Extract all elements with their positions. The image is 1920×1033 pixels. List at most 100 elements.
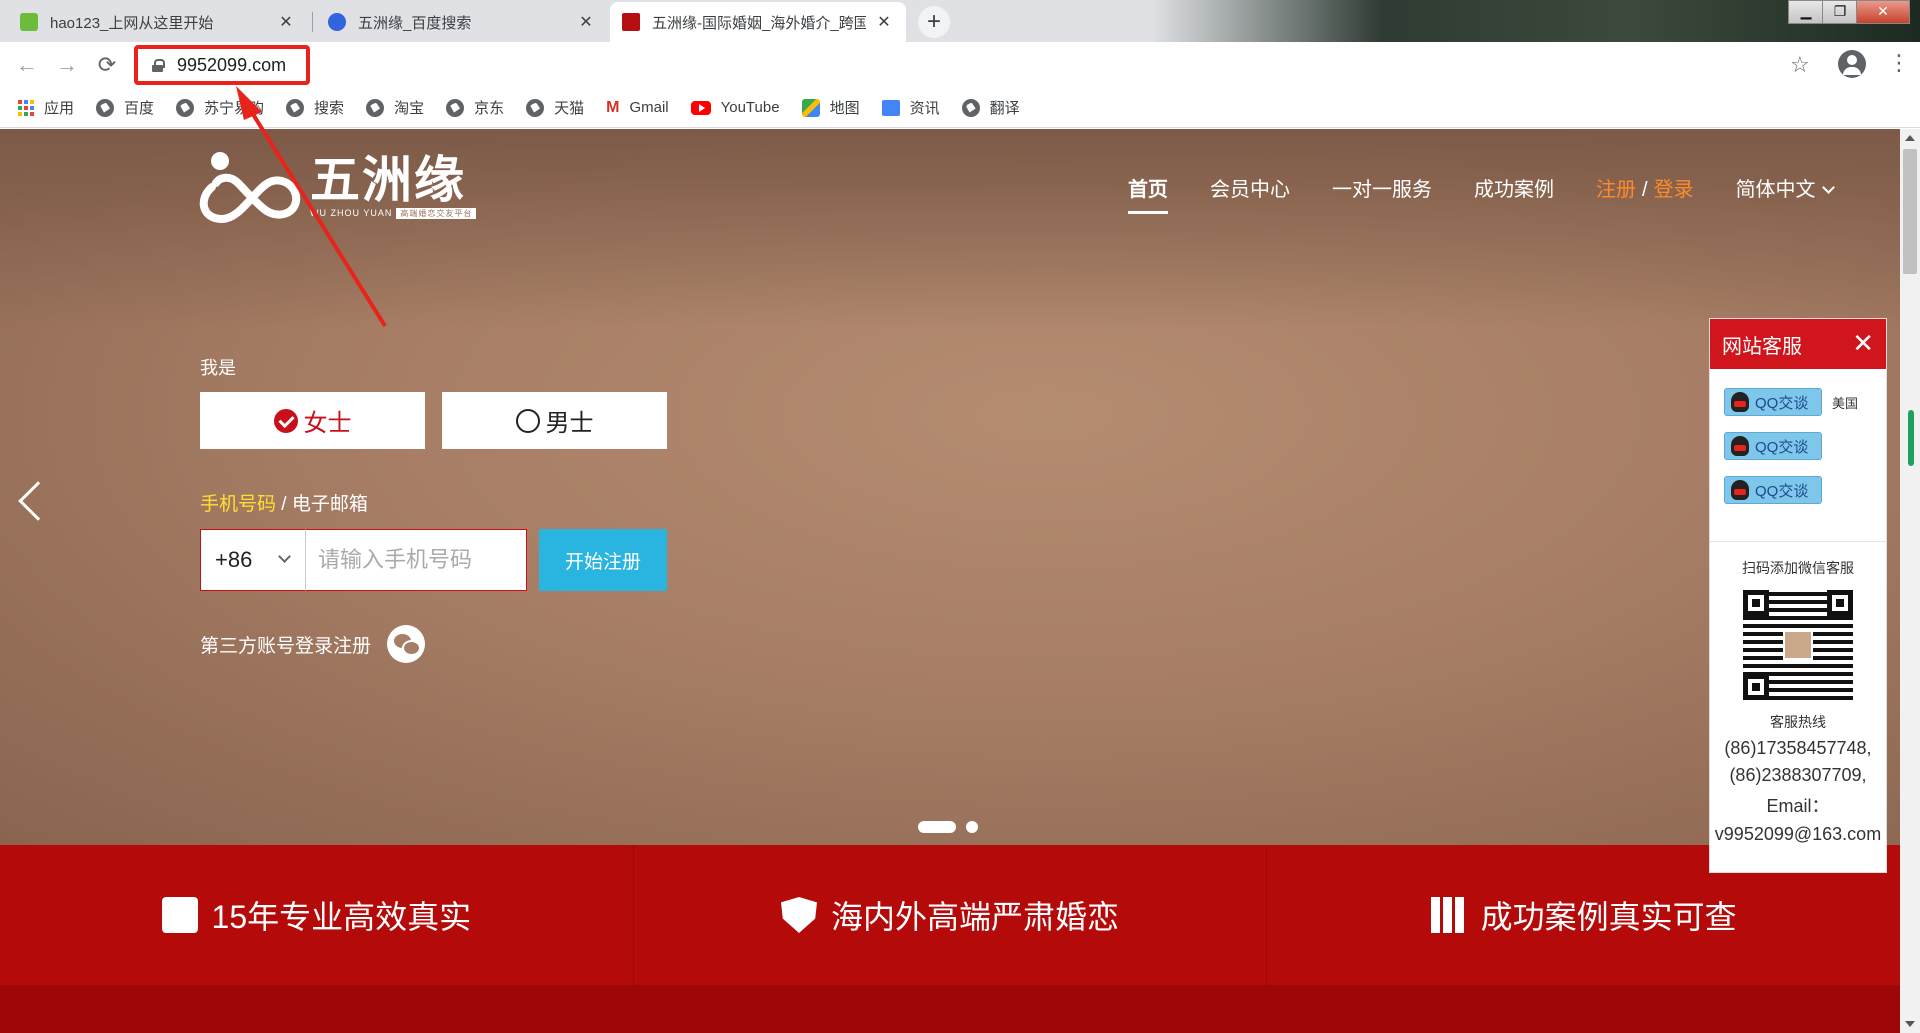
- email-address[interactable]: v9952099@163.com: [1710, 824, 1886, 845]
- scroll-up-arrow-icon[interactable]: [1905, 135, 1915, 141]
- news-icon: [881, 99, 900, 116]
- carousel-dot[interactable]: [966, 821, 978, 833]
- tab-title: 五洲缘-国际婚姻_海外婚介_跨国: [652, 14, 866, 32]
- tab-close-icon[interactable]: ✕: [576, 12, 596, 32]
- bookmark-baidu[interactable]: 百度: [96, 97, 154, 118]
- nav-success-cases[interactable]: 成功案例: [1474, 173, 1554, 202]
- profile-avatar-icon[interactable]: [1838, 50, 1866, 78]
- start-register-button[interactable]: 开始注册: [539, 529, 667, 591]
- wechat-qr-code: [1743, 590, 1853, 700]
- third-party-login: 第三方账号登录注册: [200, 625, 426, 663]
- nav-member-center[interactable]: 会员中心: [1210, 173, 1290, 202]
- bookmark-gmail[interactable]: M Gmail: [606, 99, 669, 117]
- bookmark-news[interactable]: 资讯: [881, 97, 940, 118]
- qq-chat-button[interactable]: QQ交谈: [1724, 432, 1822, 460]
- bookmark-label: 地图: [829, 100, 860, 117]
- main-nav: 首页 会员中心 一对一服务 成功案例 注册 / 登录 简体中文: [1128, 173, 1835, 214]
- maximize-button[interactable]: ❐: [1822, 0, 1858, 24]
- language-selector[interactable]: 简体中文: [1736, 173, 1835, 202]
- bookmark-apps[interactable]: 应用: [18, 97, 74, 118]
- phone-input[interactable]: [306, 529, 527, 591]
- wuzhouyuan-favicon-icon: [622, 13, 640, 31]
- qq-chat-button[interactable]: QQ交谈: [1724, 388, 1822, 416]
- hotline-label: 客服热线: [1770, 714, 1826, 730]
- baidu-paw-icon: [328, 13, 346, 31]
- address-bar[interactable]: 9952099.com: [134, 45, 310, 85]
- cs-title: 网站客服: [1722, 335, 1802, 358]
- logo-english: WU ZHOU YUAN: [310, 208, 393, 218]
- bookmarks-bar: 应用 百度 苏宁易购 搜索 淘宝 京东 天猫 M Gmail YouTube 地图…: [0, 88, 1920, 128]
- tab-close-icon[interactable]: ✕: [874, 12, 894, 32]
- feature-item: 15年专业高效真实: [0, 845, 633, 985]
- reload-icon[interactable]: ⟳: [94, 52, 120, 78]
- youtube-icon: [690, 100, 711, 115]
- email-tab[interactable]: 电子邮箱: [292, 494, 368, 515]
- qq-note: 美国: [1832, 395, 1859, 411]
- nav-login[interactable]: 登录: [1654, 179, 1694, 201]
- country-code-select[interactable]: +86: [200, 529, 306, 591]
- bookmark-search[interactable]: 搜索: [286, 97, 344, 118]
- bookmark-taobao[interactable]: 淘宝: [366, 97, 424, 118]
- web-page: 五洲缘 WU ZHOU YUAN 高端婚恋交友平台 首页 会员中心 一对一服务 …: [0, 129, 1900, 1033]
- qr-center-logo: [1783, 630, 1813, 660]
- feature-text: 成功案例真实可查: [1480, 899, 1737, 935]
- site-logo[interactable]: 五洲缘 WU ZHOU YUAN 高端婚恋交友平台: [198, 147, 477, 223]
- qq-row: QQ交谈: [1724, 473, 1886, 507]
- tab-hao123[interactable]: hao123_上网从这里开始 ✕: [8, 2, 308, 42]
- qq-penguin-icon: [1731, 480, 1749, 500]
- maps-icon: [801, 98, 820, 117]
- new-tab-button[interactable]: +: [918, 6, 950, 38]
- forward-arrow-icon[interactable]: →: [54, 52, 80, 78]
- globe-icon: [176, 98, 195, 117]
- bookmark-tmall[interactable]: 天猫: [526, 97, 584, 118]
- wechat-icon[interactable]: [387, 625, 426, 663]
- gmail-icon: M: [606, 98, 620, 116]
- qq-row: QQ交谈 美国: [1724, 385, 1886, 419]
- qq-chat-button[interactable]: QQ交谈: [1724, 476, 1822, 504]
- bookmark-star-icon[interactable]: ☆: [1790, 52, 1810, 78]
- bookmark-jd[interactable]: 京东: [446, 97, 504, 118]
- tab-title: hao123_上网从这里开始: [50, 14, 214, 32]
- bookmark-youtube[interactable]: YouTube: [690, 99, 780, 116]
- globe-icon: [526, 98, 545, 117]
- logo-text: 五洲缘: [310, 151, 466, 208]
- bookmark-suning[interactable]: 苏宁易购: [176, 97, 264, 118]
- carousel-dot-active[interactable]: [918, 821, 956, 833]
- feature-bar: 15年专业高效真实 海内外高端严肃婚恋 成功案例真实可查: [0, 845, 1900, 985]
- tab-wuzhouyuan[interactable]: 五洲缘-国际婚姻_海外婚介_跨国 ✕: [610, 2, 906, 42]
- back-arrow-icon[interactable]: ←: [14, 52, 40, 78]
- hotline-phone: (86)2388307709,: [1729, 765, 1867, 785]
- scroll-down-arrow-icon[interactable]: [1905, 1021, 1915, 1027]
- email-label: Email：: [1766, 796, 1830, 816]
- tab-close-icon[interactable]: ✕: [276, 12, 296, 32]
- bookmark-translate[interactable]: 翻译: [961, 97, 1020, 118]
- hotline-phone: (86)17358457748,: [1724, 738, 1872, 758]
- phone-tab[interactable]: 手机号码: [200, 494, 276, 515]
- close-icon[interactable]: ✕: [1852, 330, 1874, 356]
- close-window-button[interactable]: ✕: [1856, 0, 1910, 24]
- gender-male-option[interactable]: 男士: [442, 392, 667, 449]
- nav-slash: /: [1642, 179, 1648, 201]
- hao123-favicon-icon: [20, 13, 38, 31]
- gender-female-option[interactable]: 女士: [200, 392, 425, 449]
- apps-icon: [18, 99, 34, 116]
- qq-penguin-icon: [1731, 392, 1749, 412]
- scroll-thumb[interactable]: [1903, 149, 1917, 274]
- male-label: 男士: [545, 410, 594, 437]
- bookmark-maps[interactable]: 地图: [801, 97, 860, 118]
- nav-home[interactable]: 首页: [1128, 173, 1168, 214]
- kebab-menu-icon[interactable]: ⋮: [1888, 52, 1910, 74]
- nav-register[interactable]: 注册: [1596, 179, 1636, 201]
- gender-label: 我是: [200, 358, 236, 378]
- feature-text: 海内外高端严肃婚恋: [831, 899, 1120, 935]
- chevron-down-icon: [1821, 181, 1835, 194]
- bookmark-label: 应用: [44, 100, 75, 117]
- qr-finder: [1827, 590, 1853, 616]
- nav-one-on-one-service[interactable]: 一对一服务: [1332, 173, 1432, 202]
- page-scrollbar[interactable]: [1900, 129, 1920, 1033]
- qr-finder: [1743, 590, 1769, 616]
- feature-item: 海内外高端严肃婚恋: [634, 845, 1267, 985]
- minimize-button[interactable]: ▁: [1788, 0, 1824, 24]
- tab-baidu-search[interactable]: 五洲缘_百度搜索 ✕: [316, 2, 608, 42]
- carousel-prev-icon[interactable]: [18, 481, 58, 521]
